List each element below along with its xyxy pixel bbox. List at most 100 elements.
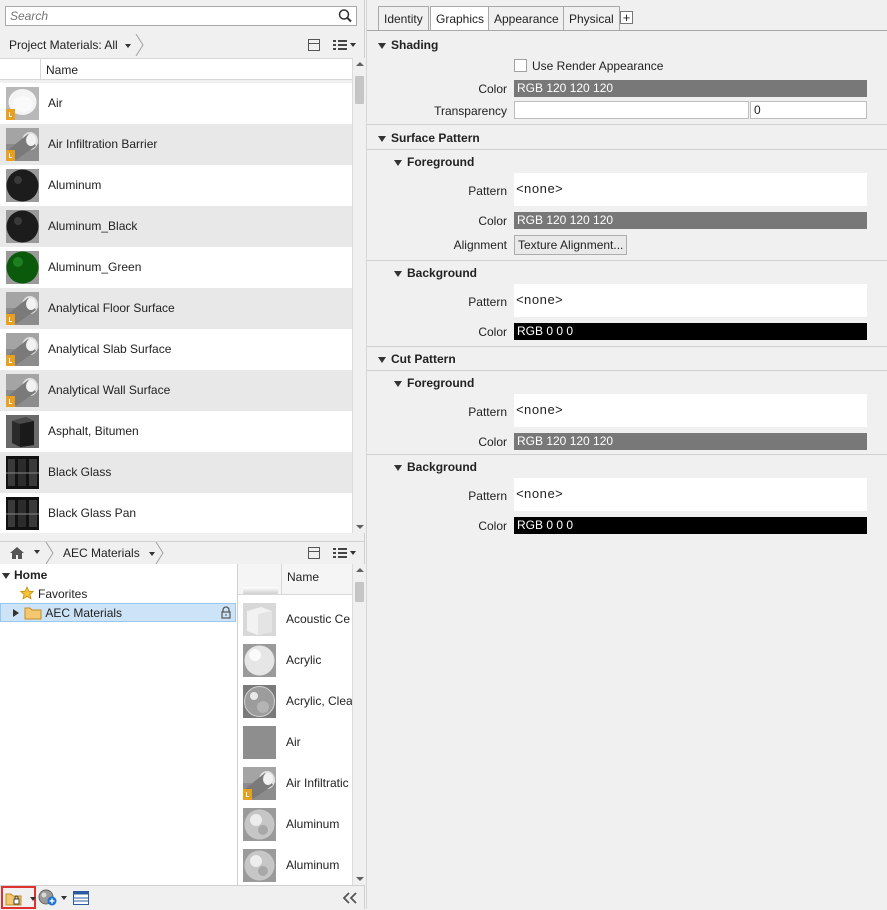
cut-pattern-section-header[interactable]: Cut Pattern	[378, 352, 456, 366]
library-material-row[interactable]: Acrylic, Clea	[238, 681, 352, 722]
tab-identity[interactable]: Identity	[378, 6, 429, 30]
material-row[interactable]: Aluminum_Black	[0, 206, 352, 247]
material-name: Air Infiltration Barrier	[48, 137, 158, 151]
add-asset-tab-button[interactable]: +	[620, 11, 633, 24]
transparency-slider[interactable]	[514, 101, 749, 119]
shading-section-header[interactable]: Shading	[378, 38, 438, 52]
collapse-caret-icon	[394, 159, 402, 166]
material-row[interactable]: Analytical Floor Surface	[0, 288, 352, 329]
list-view-icon[interactable]	[333, 547, 348, 559]
library-material-row[interactable]: Acrylic	[238, 640, 352, 681]
material-row[interactable]: Aluminum	[0, 165, 352, 206]
tab-appearance[interactable]: Appearance	[488, 6, 565, 30]
material-row[interactable]: Air Infiltration Barrier	[0, 124, 352, 165]
create-library-button[interactable]	[1, 886, 36, 909]
cut-fg-pattern-field[interactable]: <none>	[514, 394, 867, 427]
material-row[interactable]: Aluminum_Green	[0, 247, 352, 288]
material-thumbnail	[6, 251, 39, 284]
material-thumbnail	[243, 767, 276, 800]
material-row[interactable]: Analytical Slab Surface	[0, 329, 352, 370]
library-material-row[interactable]: Air Infiltratic	[238, 763, 352, 804]
surface-foreground-header[interactable]: Foreground	[394, 155, 474, 169]
cut-background-header[interactable]: Background	[394, 460, 477, 474]
material-row[interactable]: Air	[0, 83, 352, 124]
material-name: Acrylic	[286, 653, 322, 667]
transparency-value-input[interactable]: 0	[750, 101, 867, 119]
library-material-row[interactable]: Air	[238, 722, 352, 763]
surface-background-header[interactable]: Background	[394, 266, 477, 280]
cut-bg-pattern-field[interactable]: <none>	[514, 478, 867, 511]
library-material-row[interactable]: Aluminum	[238, 845, 352, 885]
library-materials-header[interactable]: Name	[238, 564, 352, 595]
project-materials-header[interactable]: Name	[0, 58, 352, 80]
texture-alignment-button[interactable]: Texture Alignment...	[514, 235, 628, 255]
use-render-appearance-checkbox[interactable]	[514, 59, 527, 72]
tab-label: Physical	[569, 12, 614, 26]
material-row[interactable]: Asphalt, Bitumen	[0, 411, 352, 452]
project-materials-filter[interactable]: Project Materials: All	[0, 34, 131, 56]
scroll-thumb[interactable]	[355, 582, 364, 602]
tab-physical[interactable]: Physical	[563, 6, 620, 30]
list-view-icon[interactable]	[333, 39, 348, 51]
material-name: Analytical Slab Surface	[48, 342, 172, 356]
panel-toggle-icon[interactable]	[73, 891, 89, 905]
material-name: Acoustic Ce	[286, 612, 351, 626]
surface-pattern-section-header[interactable]: Surface Pattern	[378, 131, 480, 145]
search-icon[interactable]	[337, 8, 353, 24]
expand-caret-icon[interactable]	[2, 572, 10, 579]
name-column-header[interactable]: Name	[287, 570, 319, 584]
cut-bg-pattern-label: Pattern	[468, 489, 507, 503]
chevron-down-icon[interactable]	[350, 550, 357, 555]
library-breadcrumb[interactable]: AEC Materials	[54, 542, 155, 564]
tab-graphics[interactable]: Graphics	[430, 6, 491, 31]
create-material-button[interactable]	[38, 888, 68, 908]
cut-foreground-header[interactable]: Foreground	[394, 376, 474, 390]
tab-label: Graphics	[436, 12, 485, 26]
surface-bg-color-label: Color	[478, 325, 507, 339]
add-material-icon	[38, 889, 57, 906]
shading-color-label: Color	[478, 82, 507, 96]
project-list-scrollbar[interactable]	[352, 58, 365, 533]
material-row[interactable]: Analytical Wall Surface	[0, 370, 352, 411]
name-column-header[interactable]: Name	[46, 63, 78, 77]
search-input[interactable]	[6, 7, 330, 25]
material-name: Air	[48, 96, 63, 110]
surface-bg-pattern-label: Pattern	[468, 295, 507, 309]
surface-fg-color-swatch[interactable]: RGB 120 120 120	[514, 212, 867, 229]
cut-fg-color-swatch[interactable]: RGB 120 120 120	[514, 433, 867, 450]
tree-item-home[interactable]: Home	[0, 566, 47, 585]
material-row[interactable]: Black Glass	[0, 452, 352, 493]
partial-thumbnail	[243, 587, 278, 594]
shading-color-swatch[interactable]: RGB 120 120 120	[514, 80, 867, 97]
material-row[interactable]: Black Glass Pan	[0, 493, 352, 533]
surface-fg-pattern-field[interactable]: <none>	[514, 173, 867, 206]
library-materials-list: Acoustic Ce Acrylic Acrylic, Clea Air Air In…	[238, 599, 352, 885]
chevron-down-icon[interactable]	[350, 42, 357, 47]
collapsed-caret-icon[interactable]	[13, 609, 19, 617]
chevron-down-icon[interactable]	[34, 550, 40, 554]
tree-item-aec-materials[interactable]: AEC Materials	[0, 603, 236, 622]
material-name: Aluminum_Green	[48, 260, 142, 274]
tree-item-label: AEC Materials	[45, 606, 123, 620]
library-material-row[interactable]: Acoustic Ce	[238, 599, 352, 640]
scroll-down-icon[interactable]	[356, 525, 364, 529]
library-list-scrollbar[interactable]	[352, 564, 365, 885]
scroll-up-icon[interactable]	[356, 62, 364, 66]
material-thumbnail	[243, 808, 276, 841]
surface-fg-color-label: Color	[478, 214, 507, 228]
panel-layout-icon[interactable]	[308, 38, 320, 51]
scroll-up-icon[interactable]	[356, 568, 364, 572]
collapse-left-icon[interactable]	[342, 892, 358, 904]
folder-lock-icon	[5, 893, 22, 906]
material-thumbnail	[6, 292, 39, 325]
cut-bg-color-swatch[interactable]: RGB 0 0 0	[514, 517, 867, 534]
surface-bg-color-swatch[interactable]: RGB 0 0 0	[514, 323, 867, 340]
tree-item-favorites[interactable]: Favorites	[19, 585, 87, 604]
material-thumbnail	[243, 685, 276, 718]
home-icon[interactable]	[9, 546, 25, 560]
scroll-thumb[interactable]	[355, 76, 364, 104]
surface-bg-pattern-field[interactable]: <none>	[514, 284, 867, 317]
library-material-row[interactable]: Aluminum	[238, 804, 352, 845]
panel-layout-icon[interactable]	[308, 546, 320, 559]
scroll-down-icon[interactable]	[356, 877, 364, 881]
